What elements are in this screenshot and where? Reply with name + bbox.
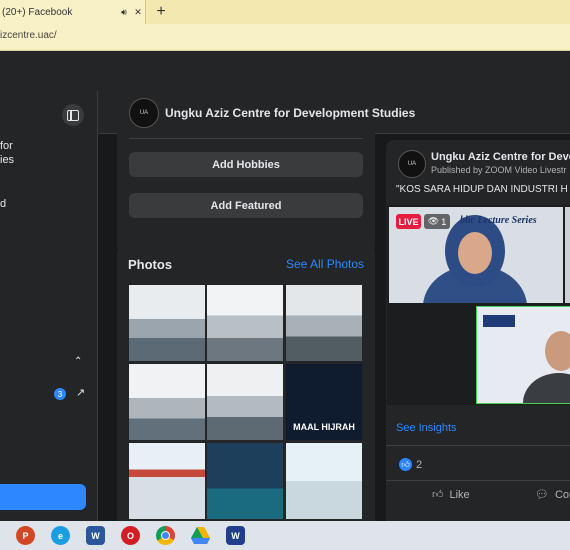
photo-tile[interactable] — [286, 443, 362, 519]
divider — [386, 480, 570, 481]
opera-icon[interactable]: O — [121, 526, 140, 545]
photos-title: Photos — [128, 257, 173, 272]
photo-tile[interactable] — [207, 285, 283, 361]
left-sidebar: for ies d — [0, 91, 98, 521]
post-published-by: Published by ZOOM Video Livestr — [431, 165, 567, 175]
video-participant-frame — [476, 306, 570, 433]
like-label: Like — [449, 488, 470, 501]
photo-tile[interactable] — [207, 364, 283, 440]
comment-label: Com — [554, 488, 570, 501]
edge-icon[interactable]: e — [51, 526, 70, 545]
comment-icon: 💬︎ — [535, 489, 549, 501]
chevron-up-icon[interactable]: ⌃ — [74, 356, 82, 367]
sidebar-text-1: for — [0, 140, 13, 152]
eye-icon: 👁︎ — [427, 216, 440, 226]
photo-tile[interactable] — [129, 443, 205, 519]
see-all-photos-link[interactable]: See All Photos — [286, 257, 364, 271]
add-hobbies-button[interactable]: Add Hobbies — [129, 152, 363, 177]
photo-tile[interactable] — [129, 364, 205, 440]
post-caption: "KOS SARA HIDUP DAN INDUSTRI H — [396, 184, 568, 195]
photo-tile[interactable]: MAAL HIJRAH — [286, 364, 362, 440]
viewer-count: 👁︎ 1 — [424, 214, 450, 229]
live-badge: LIVE — [396, 214, 421, 229]
drive-icon[interactable] — [191, 526, 210, 545]
video-side-frame — [565, 207, 570, 303]
chrome-icon[interactable] — [156, 526, 175, 545]
facebook-header — [0, 51, 570, 92]
sidebar-text-2: ies — [0, 154, 15, 166]
like-reaction-icon: 👍︎ — [399, 458, 412, 471]
see-insights-link[interactable]: See Insights — [396, 422, 457, 434]
new-tab-button[interactable]: + — [150, 0, 172, 24]
photo-tile[interactable] — [286, 285, 362, 361]
divider — [386, 445, 570, 446]
participant-figure — [477, 307, 570, 433]
notification-badge: 3 — [54, 388, 66, 400]
viewer-count-number: 1 — [441, 216, 447, 227]
photo-tile[interactable] — [129, 285, 205, 361]
webex-icon[interactable]: W — [226, 526, 245, 545]
add-featured-button[interactable]: Add Featured — [129, 193, 363, 218]
sidebar-text-3: d — [0, 198, 7, 210]
speaker-icon[interactable]: 🔊︎ — [117, 7, 131, 18]
tab-title: (20+) Facebook — [2, 6, 73, 18]
comment-button[interactable]: 💬︎ Com — [535, 488, 570, 502]
external-link-icon[interactable]: ↗ — [76, 386, 85, 399]
photo-tile[interactable] — [207, 443, 283, 519]
sidebar-primary-button[interactable] — [0, 484, 86, 510]
photo-tile-text: MAAL HIJRAH — [293, 422, 355, 432]
word-icon[interactable]: W — [86, 526, 105, 545]
address-text: izcentre.uac/ — [0, 30, 57, 41]
thumbs-up-icon: 👍︎ — [432, 489, 444, 501]
sidebar-panel-icon — [67, 109, 79, 121]
page-avatar[interactable]: UA — [129, 98, 159, 128]
like-button[interactable]: 👍︎ Like — [432, 488, 470, 502]
post-page-name[interactable]: Ungku Aziz Centre for Develo — [431, 151, 570, 163]
browser-tab[interactable]: (20+) Facebook 🔊︎ ✕ — [0, 0, 146, 24]
post-page-avatar[interactable]: UA — [398, 150, 426, 178]
page-title[interactable]: Ungku Aziz Centre for Development Studie… — [165, 106, 415, 120]
divider — [129, 138, 363, 139]
video-banner-text: blic Lecture Series — [460, 215, 537, 226]
sidebar-toggle-button[interactable] — [62, 104, 84, 126]
powerpoint-icon[interactable]: P — [16, 526, 35, 545]
address-bar[interactable]: izcentre.uac/ — [0, 24, 570, 51]
tab-close-icon[interactable]: ✕ — [131, 7, 145, 18]
reaction-count[interactable]: 2 — [416, 459, 422, 471]
